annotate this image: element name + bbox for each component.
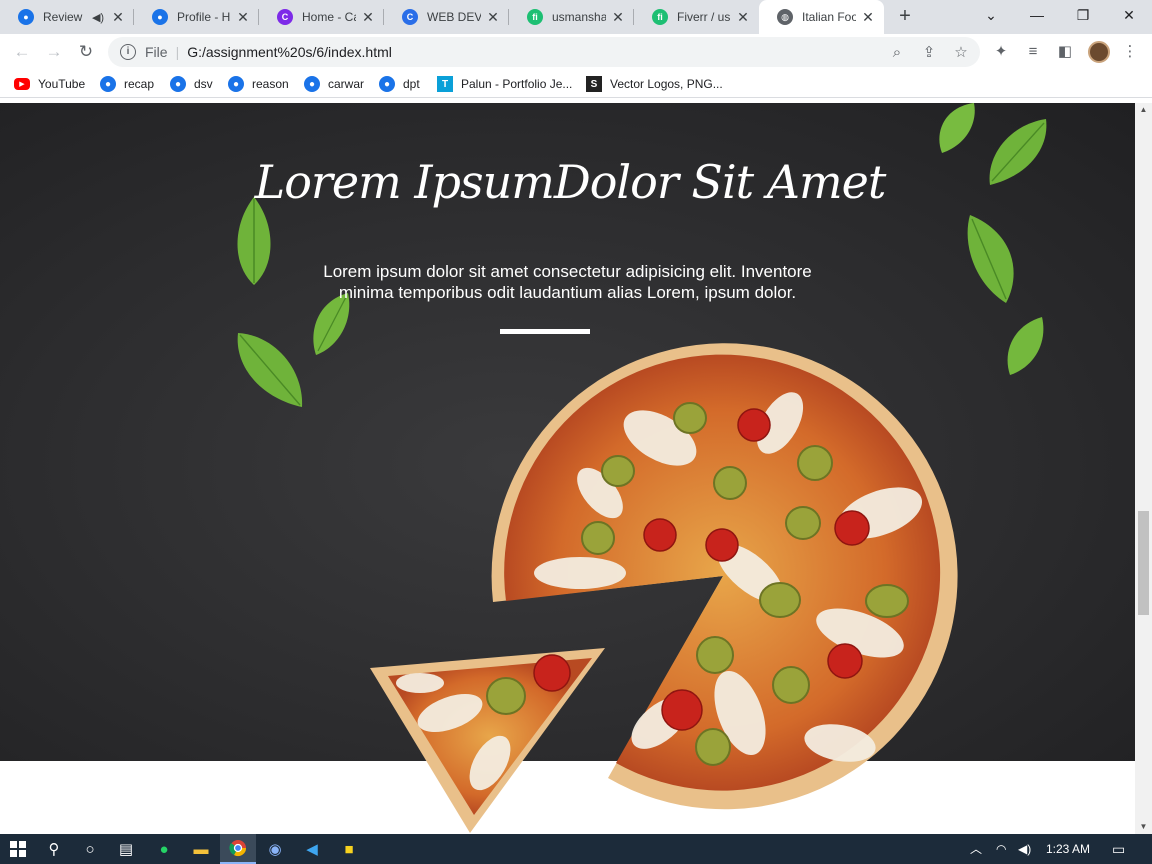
- windows-taskbar: ⚲ ○ ▤ ● ▬ ◉ ◀ ■ ︿ ◠ ◀) 1:23 AM ▭: [0, 834, 1152, 864]
- basil-leaf-image: [989, 119, 1047, 185]
- tab-strip: ● Review ◀) ✕ ● Profile - Hu ✕ C Home - …: [0, 0, 1152, 34]
- page-viewport: Lorem IpsumDolor Sit Amet Lorem ipsum do…: [0, 103, 1135, 834]
- speaker-icon[interactable]: ◀): [90, 11, 106, 24]
- fiverr-icon: fi: [652, 9, 668, 25]
- tab-label: usmanshah: [552, 10, 606, 24]
- menu-icon[interactable]: ⋮: [1120, 42, 1140, 62]
- share-icon[interactable]: ⇪: [920, 44, 938, 62]
- scroll-thumb[interactable]: [1138, 511, 1149, 615]
- brain-icon: ●: [100, 76, 116, 92]
- brain-icon: ●: [379, 76, 395, 92]
- wifi-icon[interactable]: ◠: [996, 834, 1006, 864]
- tab-label: Italian Foo: [802, 10, 856, 24]
- close-icon[interactable]: ✕: [860, 9, 876, 26]
- tab-label: Home - Car: [302, 10, 356, 24]
- notification-icon[interactable]: ▭: [1112, 834, 1125, 864]
- close-icon[interactable]: ✕: [360, 9, 376, 26]
- tab-usmanshah[interactable]: fi usmanshah ✕: [509, 0, 634, 34]
- tab-profile[interactable]: ● Profile - Hu ✕: [134, 0, 259, 34]
- hero-title: Lorem IpsumDolor Sit Amet: [254, 155, 887, 209]
- fiverr-icon: fi: [527, 9, 543, 25]
- extensions-icon[interactable]: ✦: [991, 42, 1011, 62]
- brain-icon: ●: [304, 76, 320, 92]
- tab-italian-food[interactable]: ◍ Italian Foo ✕: [759, 0, 884, 34]
- tab-fiverr[interactable]: fi Fiverr / usm ✕: [634, 0, 759, 34]
- bookmark-vector-logos[interactable]: S Vector Logos, PNG...: [586, 70, 723, 98]
- bookmark-star-icon[interactable]: ☆: [952, 44, 970, 62]
- brain-icon: ●: [170, 76, 186, 92]
- t-icon: T: [437, 76, 453, 92]
- windows-icon[interactable]: [0, 834, 36, 864]
- scroll-down-icon[interactable]: ▼: [1135, 820, 1152, 834]
- scroll-up-icon[interactable]: ▲: [1135, 103, 1152, 117]
- new-tab-button[interactable]: +: [893, 5, 917, 29]
- globe-icon: ◍: [777, 9, 793, 25]
- address-url[interactable]: G:/assignment%20s/6/index.html: [187, 44, 392, 60]
- brain-icon: ●: [228, 76, 244, 92]
- tab-label: Review: [43, 10, 83, 24]
- address-scheme: File: [145, 44, 168, 60]
- search-icon[interactable]: ⚲: [36, 834, 72, 864]
- tab-label: Fiverr / usm: [677, 10, 731, 24]
- whatsapp-icon[interactable]: ●: [146, 834, 182, 864]
- close-icon[interactable]: ✕: [735, 9, 751, 26]
- volume-icon[interactable]: ◀): [1018, 834, 1031, 864]
- canva-icon: C: [402, 9, 418, 25]
- bookmark-palun[interactable]: T Palun - Portfolio Je...: [437, 70, 572, 98]
- bookmark-youtube[interactable]: ▶ YouTube: [14, 70, 85, 98]
- profile-avatar[interactable]: [1088, 41, 1110, 63]
- youtube-icon: ▶: [14, 78, 30, 90]
- bookmark-dsv[interactable]: ● dsv: [170, 70, 213, 98]
- info-icon[interactable]: i: [120, 44, 136, 60]
- media-control-icon[interactable]: ≡: [1023, 42, 1043, 62]
- brain-app-icon[interactable]: ◉: [257, 834, 293, 864]
- restore-button[interactable]: ❐: [1060, 0, 1106, 30]
- tab-home[interactable]: C Home - Car ✕: [259, 0, 384, 34]
- sticky-notes-icon[interactable]: ■: [331, 834, 367, 864]
- hero-section: Lorem IpsumDolor Sit Amet Lorem ipsum do…: [0, 103, 1135, 833]
- close-icon[interactable]: ✕: [610, 9, 626, 26]
- back-button[interactable]: ←: [10, 40, 34, 64]
- bookmarks-bar: ▶ YouTube ● recap ● dsv ● reason ● carwa…: [0, 70, 1152, 98]
- close-icon[interactable]: ✕: [110, 9, 126, 26]
- s-icon: S: [586, 76, 602, 92]
- bookmark-reason[interactable]: ● reason: [228, 70, 289, 98]
- bookmark-recap[interactable]: ● recap: [100, 70, 154, 98]
- close-icon[interactable]: ✕: [485, 9, 501, 26]
- basil-leaf-image: [967, 215, 1014, 303]
- bookmark-carwar[interactable]: ● carwar: [304, 70, 364, 98]
- tab-search-chevron-icon[interactable]: ⌄: [968, 0, 1014, 30]
- canva-icon: C: [277, 9, 293, 25]
- close-icon[interactable]: ✕: [235, 9, 251, 26]
- task-view-icon[interactable]: ▤: [108, 834, 144, 864]
- page-scrollbar[interactable]: ▲ ▼: [1135, 103, 1152, 834]
- basil-leaf-image: [1007, 317, 1044, 375]
- zoom-icon[interactable]: ⌕: [888, 44, 906, 62]
- clock[interactable]: 1:23 AM: [1046, 834, 1090, 864]
- brain-icon: ●: [18, 9, 34, 25]
- tab-label: Profile - Hu: [177, 10, 231, 24]
- address-bar[interactable]: i File | G:/assignment%20s/6/index.html …: [108, 37, 980, 67]
- file-explorer-icon[interactable]: ▬: [183, 834, 219, 864]
- chrome-icon[interactable]: [220, 834, 256, 864]
- side-panel-icon[interactable]: ◧: [1055, 42, 1075, 62]
- forward-button[interactable]: →: [42, 40, 66, 64]
- tab-label: WEB DEVEL: [427, 10, 481, 24]
- tray-chevron-icon[interactable]: ︿: [970, 834, 982, 864]
- vscode-icon[interactable]: ◀: [294, 834, 330, 864]
- tab-web-devel[interactable]: C WEB DEVEL ✕: [384, 0, 509, 34]
- pizza-image: [370, 343, 958, 833]
- brain-icon: ●: [152, 9, 168, 25]
- hero-divider: [500, 329, 590, 334]
- cortana-icon[interactable]: ○: [72, 834, 108, 864]
- basil-leaf-image: [939, 103, 975, 153]
- minimize-button[interactable]: —: [1014, 0, 1060, 30]
- close-window-button[interactable]: ✕: [1106, 0, 1152, 30]
- browser-toolbar: ← → ↻ i File | G:/assignment%20s/6/index…: [0, 34, 1152, 70]
- hero-subtitle: Lorem ipsum dolor sit amet consectetur a…: [323, 262, 812, 302]
- reload-button[interactable]: ↻: [74, 40, 98, 64]
- bookmark-dpt[interactable]: ● dpt: [379, 70, 420, 98]
- basil-leaf-image: [237, 333, 303, 407]
- tab-review[interactable]: ● Review ◀) ✕: [0, 0, 134, 34]
